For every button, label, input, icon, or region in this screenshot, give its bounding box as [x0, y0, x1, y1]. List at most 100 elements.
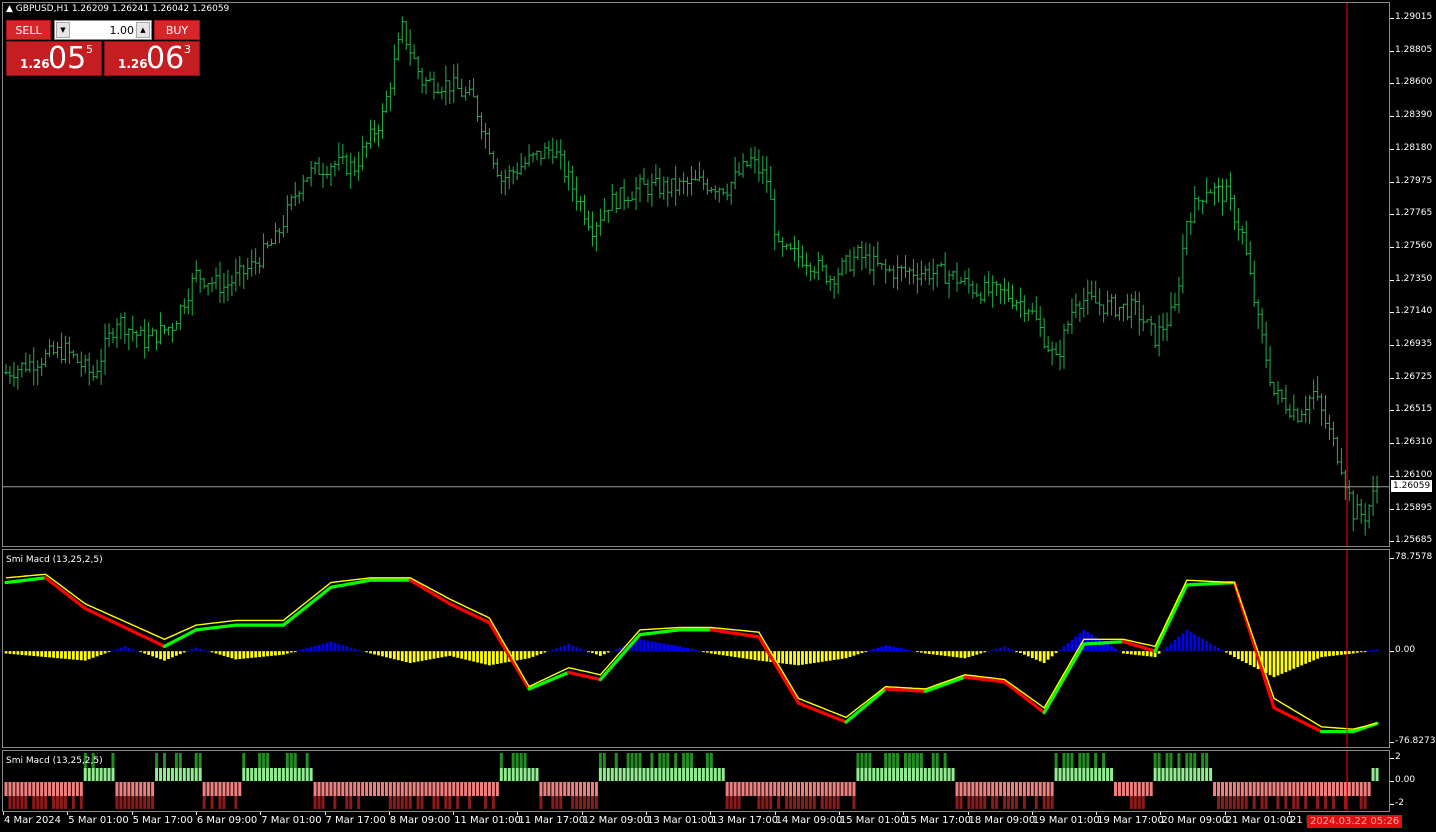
- state-bar-up-strong: [598, 753, 602, 768]
- histogram-bar: [8, 651, 12, 654]
- histogram-bar: [892, 646, 896, 652]
- state-bar-up: [701, 768, 705, 781]
- state-bar-up-strong: [614, 753, 618, 768]
- price-axis-label: 1.27765: [1395, 208, 1433, 219]
- lot-increase-icon[interactable]: ▲: [136, 22, 150, 38]
- histogram-bar: [28, 651, 32, 656]
- price-bar: [1196, 196, 1201, 211]
- state-bar-down: [741, 782, 745, 796]
- histogram-bar: [202, 649, 206, 652]
- buy-price-prefix: 1.26: [118, 57, 148, 71]
- price-chart[interactable]: [3, 3, 1389, 546]
- histogram-bar: [305, 648, 309, 652]
- histogram-bar: [396, 651, 400, 661]
- price-bar: [610, 183, 615, 211]
- state-bar-down: [483, 782, 487, 796]
- histogram-bar: [293, 651, 297, 653]
- histogram-bar: [1173, 640, 1177, 652]
- state-bar-down: [1046, 782, 1050, 796]
- state-bar-down: [575, 782, 579, 796]
- histogram-bar: [1165, 646, 1169, 652]
- price-bar: [1081, 287, 1086, 318]
- buy-price-quote[interactable]: 1.26 06 3: [104, 41, 200, 76]
- state-bar-down-strong: [218, 796, 222, 809]
- price-bar: [245, 258, 250, 280]
- price-bar: [538, 150, 543, 166]
- histogram-bar: [222, 651, 226, 656]
- state-bar-up: [305, 768, 309, 781]
- histogram-bar: [591, 651, 594, 653]
- histogram: [4, 629, 1379, 678]
- histogram-bar: [464, 651, 468, 660]
- price-bar: [863, 242, 868, 269]
- price-bar: [241, 264, 246, 289]
- state-bar-up: [646, 768, 650, 781]
- price-bar: [75, 353, 80, 364]
- state-bar-down-strong: [836, 796, 840, 809]
- smi-macd-pane[interactable]: [2, 549, 1390, 748]
- histogram-bar: [16, 651, 20, 655]
- price-bar: [305, 177, 310, 183]
- state-bar-up-strong: [1201, 753, 1205, 768]
- price-bar: [55, 341, 60, 359]
- price-bar: [198, 269, 203, 293]
- histogram-bar: [900, 648, 903, 652]
- price-bar: [1311, 379, 1316, 410]
- price-bar: [324, 165, 329, 179]
- price-bar: [998, 283, 1003, 304]
- time-axis-label: 5 Mar 01:00: [68, 815, 129, 826]
- state-bar-down: [757, 782, 761, 796]
- state-bar-up: [289, 768, 293, 781]
- histogram-bar: [935, 651, 939, 655]
- indicator1-title: Smi Macd (13,25,2,5): [6, 555, 103, 565]
- state-bar-up-strong: [911, 753, 915, 768]
- smi-macd-chart[interactable]: [3, 550, 1389, 747]
- indicator1-axis-label-tick: [1390, 558, 1394, 559]
- price-bar: [420, 67, 425, 94]
- state-bar-down: [424, 782, 428, 796]
- price-bar: [214, 267, 219, 290]
- price-axis-label-tick: [1390, 279, 1394, 281]
- state-bar-up: [717, 768, 721, 781]
- state-bar-down: [563, 782, 567, 796]
- histogram-bar: [432, 651, 436, 659]
- price-bar: [1010, 284, 1015, 309]
- state-bar-up: [931, 768, 935, 781]
- histogram-bar: [1022, 651, 1026, 655]
- price-bar: [649, 173, 654, 207]
- price-chart-pane[interactable]: [2, 2, 1390, 547]
- state-bar-down: [785, 782, 789, 796]
- state-bar-up: [523, 768, 527, 781]
- price-bar: [1030, 302, 1035, 315]
- histogram-bar: [171, 651, 174, 658]
- price-bar: [511, 166, 516, 185]
- state-bar-up: [269, 768, 273, 781]
- state-bar-down-strong: [345, 796, 349, 809]
- state-bar-up: [87, 768, 91, 781]
- state-bar-up: [602, 768, 606, 781]
- sell-button[interactable]: SELL: [6, 20, 51, 40]
- histogram-bar: [947, 651, 951, 657]
- histogram-bar: [864, 651, 868, 653]
- state-bar-down-strong: [575, 796, 579, 809]
- lot-decrease-icon[interactable]: ▼: [56, 22, 70, 38]
- sell-price-big: 05: [48, 41, 87, 76]
- lot-size-input[interactable]: [72, 21, 134, 39]
- price-bar: [709, 186, 714, 194]
- buy-button[interactable]: BUY: [154, 20, 200, 40]
- state-bar-up-strong: [650, 753, 654, 768]
- sell-price-quote[interactable]: 1.26 05 5: [6, 41, 102, 76]
- collapse-arrow-icon[interactable]: ▲: [6, 4, 13, 14]
- price-bar: [1014, 299, 1019, 311]
- smi-macd-state-chart[interactable]: [3, 751, 1389, 811]
- histogram-bar: [448, 651, 452, 656]
- state-bar-up: [642, 768, 646, 781]
- state-bar-up: [860, 768, 864, 781]
- smi-macd-state-pane[interactable]: [2, 750, 1390, 812]
- lot-size-field[interactable]: ▼ ▲: [54, 20, 152, 40]
- state-bar-up: [519, 768, 523, 781]
- state-bar-up: [1102, 768, 1106, 781]
- state-bar-up-strong: [1078, 753, 1082, 768]
- indicator1-axis-label: 78.7578: [1395, 552, 1433, 562]
- state-bar-down-strong: [725, 796, 729, 809]
